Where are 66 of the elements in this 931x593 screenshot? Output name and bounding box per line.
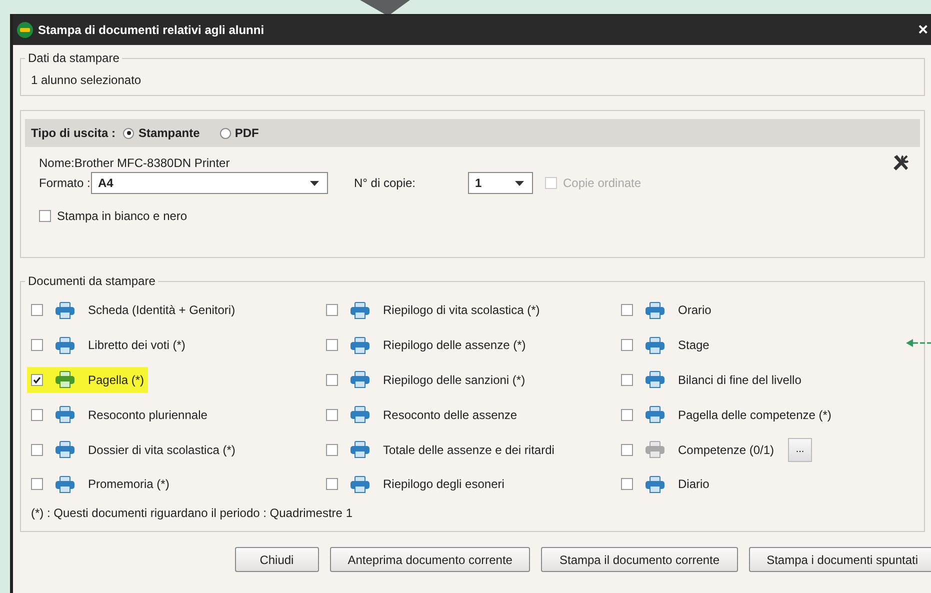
checkbox[interactable] (621, 478, 633, 490)
checkbox[interactable] (326, 408, 338, 421)
document-label: Diario (678, 477, 710, 492)
document-label: Scheda (Identità + Genitori) (88, 303, 236, 318)
radio-label: Stampante (138, 126, 200, 140)
checkbox[interactable] (31, 444, 43, 456)
document-label: Stage (678, 338, 710, 352)
document-label: Riepilogo delle sanzioni (*) (383, 372, 526, 387)
radio-option[interactable]: PDF (220, 126, 259, 140)
group-title: Documenti da stampare (27, 274, 156, 288)
checkbox[interactable] (31, 374, 43, 386)
checkbox[interactable] (31, 408, 43, 421)
arrow-drawing (360, 0, 410, 16)
document-label: Competenze (0/1) (678, 442, 774, 457)
checkbox[interactable] (621, 408, 633, 421)
radio-button[interactable] (220, 128, 231, 138)
checkbox[interactable] (621, 304, 633, 316)
document-label: Totale delle assenze e dei ritardi (383, 442, 554, 457)
close-button[interactable]: × (918, 20, 928, 40)
document-label: Libretto dei voti (*) (88, 338, 186, 352)
document-label: Riepilogo degli esoneri (383, 477, 504, 492)
checkbox[interactable] (39, 210, 51, 222)
document-label: Pagella delle competenze (*) (678, 408, 832, 422)
app-logo-icon (17, 22, 33, 38)
checkbox[interactable] (326, 478, 338, 490)
arrow-drawing (906, 338, 931, 348)
format-label: Formato : (39, 176, 91, 190)
selection-text: 1 alunno selezionato (31, 73, 142, 87)
copies-dropdown[interactable]: 1 (468, 172, 533, 194)
document-label: Promemoria (*) (88, 477, 170, 492)
radio-button[interactable] (123, 128, 134, 138)
checkbox[interactable] (621, 339, 633, 352)
format-dropdown[interactable]: A4 (91, 172, 328, 194)
copies-label: N° di copie: (354, 176, 416, 190)
collate-label: Copie ordinate (563, 176, 642, 190)
document-label: Orario (678, 303, 712, 318)
checkbox[interactable] (621, 374, 633, 386)
radio-option[interactable]: Stampante (123, 126, 200, 140)
dialog-button[interactable]: Stampa il documento corrente (541, 547, 738, 572)
checkbox[interactable] (326, 444, 338, 456)
group-title: Dati da stampare (27, 51, 120, 65)
dialog-button[interactable]: Chiudi (234, 547, 319, 572)
note-text: (*) : Questi documenti riguardano il periodo : Quadrimestre 1 (31, 506, 354, 520)
checkbox[interactable] (31, 478, 43, 490)
document-label: Bilanci di fine del livello (678, 372, 802, 387)
checkbox[interactable] (326, 374, 338, 386)
document-label: Resoconto delle assenze (383, 408, 518, 422)
radio-label: PDF (234, 126, 259, 140)
checkbox[interactable] (31, 339, 43, 352)
monochrome-label: Stampa in bianco e nero (57, 209, 188, 223)
document-label: Pagella (*) (88, 372, 144, 387)
checkbox[interactable] (326, 339, 338, 352)
dialog-button[interactable]: Stampa i documenti spuntati (748, 547, 931, 572)
document-label: Resoconto pluriennale (88, 408, 208, 422)
checkbox[interactable] (31, 304, 43, 316)
printer-name: Nome:Brother MFC-8380DN Printer (39, 156, 230, 170)
dialog-button[interactable]: Anteprima documento corrente (330, 547, 530, 572)
caret-icon (515, 180, 524, 186)
caret-icon (310, 180, 319, 186)
tools-icon[interactable] (892, 154, 910, 172)
document-label: Riepilogo delle assenze (*) (383, 338, 526, 352)
output-label: Tipo di uscita : (31, 126, 116, 140)
checkbox[interactable] (326, 304, 338, 316)
document-label: Riepilogo di vita scolastica (*) (383, 303, 540, 318)
document-label: Dossier di vita scolastica (*) (88, 442, 236, 457)
window-title: Stampa di documenti relativi agli alunni (38, 23, 264, 37)
